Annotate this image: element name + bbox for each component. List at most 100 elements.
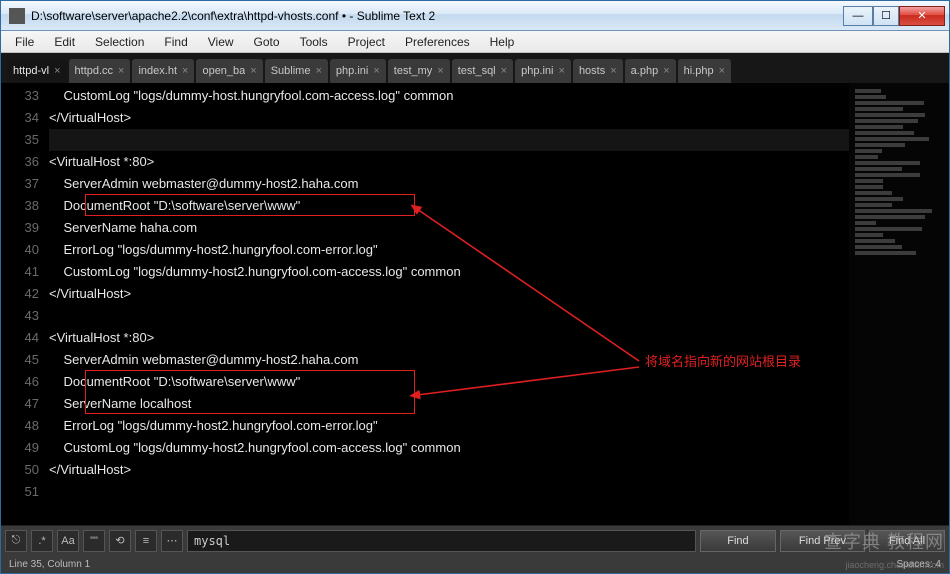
menu-project[interactable]: Project [338, 33, 395, 51]
code-line[interactable] [49, 129, 849, 151]
line-number: 38 [1, 195, 39, 217]
tab-close-icon[interactable]: × [373, 65, 379, 77]
watermark-sub: jiaocheng.chazidian.com [845, 560, 944, 570]
tab-close-icon[interactable]: × [182, 65, 188, 77]
menu-file[interactable]: File [5, 33, 44, 51]
tab-httpdvl[interactable]: httpd-vl× [7, 59, 67, 83]
find-option-0[interactable]: ⎋ [5, 530, 27, 552]
tab-close-icon[interactable]: × [118, 65, 124, 77]
code-line[interactable]: ErrorLog "logs/dummy-host2.hungryfool.co… [49, 415, 849, 437]
find-option-4[interactable]: ⟲ [109, 530, 131, 552]
line-number: 40 [1, 239, 39, 261]
line-number: 49 [1, 437, 39, 459]
tab-openba[interactable]: open_ba × [196, 59, 262, 83]
code-line[interactable]: </VirtualHost> [49, 107, 849, 129]
find-button[interactable]: Find [700, 530, 776, 552]
line-number: 33 [1, 85, 39, 107]
line-number: 39 [1, 217, 39, 239]
line-number: 44 [1, 327, 39, 349]
code-line[interactable]: <VirtualHost *:80> [49, 151, 849, 173]
line-number: 41 [1, 261, 39, 283]
code-line[interactable]: </VirtualHost> [49, 459, 849, 481]
tab-phpini[interactable]: php.ini × [515, 59, 571, 83]
line-number: 46 [1, 371, 39, 393]
tab-label: hi.php [684, 65, 714, 77]
tab-aphp[interactable]: a.php × [625, 59, 676, 83]
menu-edit[interactable]: Edit [44, 33, 85, 51]
menu-find[interactable]: Find [154, 33, 197, 51]
close-button[interactable]: ✕ [899, 6, 945, 26]
line-number: 51 [1, 481, 39, 503]
tab-label: test_my [394, 65, 433, 77]
tab-label: Sublime [271, 65, 311, 77]
tab-close-icon[interactable]: × [501, 65, 507, 77]
tab-close-icon[interactable]: × [663, 65, 669, 77]
tab-label: test_sql [458, 65, 496, 77]
maximize-button[interactable]: ☐ [873, 6, 899, 26]
window-title: D:\software\server\apache2.2\conf\extra\… [31, 9, 843, 23]
find-option-2[interactable]: Aa [57, 530, 79, 552]
tab-testsql[interactable]: test_sql × [452, 59, 513, 83]
tab-indexht[interactable]: index.ht × [132, 59, 194, 83]
code-line[interactable] [49, 481, 849, 503]
tab-close-icon[interactable]: × [54, 65, 60, 77]
tab-label: index.ht [138, 65, 177, 77]
highlight-box-1 [85, 194, 415, 216]
minimize-button[interactable]: — [843, 6, 873, 26]
menu-help[interactable]: Help [480, 33, 525, 51]
tab-close-icon[interactable]: × [437, 65, 443, 77]
find-option-6[interactable]: ⋯ [161, 530, 183, 552]
editor-area: 33343536373839404142434445464748495051 C… [1, 83, 949, 525]
tab-httpdcc[interactable]: httpd.cc × [69, 59, 131, 83]
code-line[interactable]: ServerAdmin webmaster@dummy-host2.haha.c… [49, 173, 849, 195]
line-number: 47 [1, 393, 39, 415]
line-number: 37 [1, 173, 39, 195]
tab-close-icon[interactable]: × [315, 65, 321, 77]
tab-label: php.ini [521, 65, 553, 77]
tab-hiphp[interactable]: hi.php × [678, 59, 731, 83]
line-number: 34 [1, 107, 39, 129]
highlight-box-2 [85, 370, 415, 414]
code-line[interactable]: <VirtualHost *:80> [49, 327, 849, 349]
watermark-main: 查字典 教程网 [824, 528, 944, 554]
tab-close-icon[interactable]: × [719, 65, 725, 77]
tab-label: open_ba [202, 65, 245, 77]
menu-goto[interactable]: Goto [244, 33, 290, 51]
find-option-5[interactable]: ≡ [135, 530, 157, 552]
code-line[interactable]: </VirtualHost> [49, 283, 849, 305]
tab-sublime[interactable]: Sublime × [265, 59, 328, 83]
menu-selection[interactable]: Selection [85, 33, 154, 51]
tab-close-icon[interactable]: × [610, 65, 616, 77]
code-line[interactable]: ServerName haha.com [49, 217, 849, 239]
find-input[interactable] [187, 530, 696, 552]
tab-testmy[interactable]: test_my × [388, 59, 450, 83]
status-bar: Line 35, Column 1 Spaces: 4 [1, 555, 949, 573]
tab-label: httpd.cc [75, 65, 114, 77]
menu-view[interactable]: View [198, 33, 244, 51]
tab-hosts[interactable]: hosts × [573, 59, 623, 83]
code-line[interactable]: CustomLog "logs/dummy-host.hungryfool.co… [49, 85, 849, 107]
menu-tools[interactable]: Tools [290, 33, 338, 51]
titlebar[interactable]: D:\software\server\apache2.2\conf\extra\… [1, 1, 949, 31]
find-option-1[interactable]: .* [31, 530, 53, 552]
annotation-text: 将域名指向新的网站根目录 [645, 351, 801, 373]
line-number: 50 [1, 459, 39, 481]
line-number: 42 [1, 283, 39, 305]
code-line[interactable]: CustomLog "logs/dummy-host2.hungryfool.c… [49, 261, 849, 283]
minimap[interactable] [849, 83, 949, 525]
find-option-3[interactable]: "" [83, 530, 105, 552]
line-number: 45 [1, 349, 39, 371]
menu-preferences[interactable]: Preferences [395, 33, 480, 51]
tab-close-icon[interactable]: × [559, 65, 565, 77]
tab-label: hosts [579, 65, 605, 77]
tab-phpini[interactable]: php.ini× [330, 59, 386, 83]
code-line[interactable]: ErrorLog "logs/dummy-host2.hungryfool.co… [49, 239, 849, 261]
tab-label: a.php [631, 65, 659, 77]
code-line[interactable]: CustomLog "logs/dummy-host2.hungryfool.c… [49, 437, 849, 459]
line-number: 43 [1, 305, 39, 327]
tab-close-icon[interactable]: × [250, 65, 256, 77]
status-position: Line 35, Column 1 [9, 559, 90, 570]
line-number: 48 [1, 415, 39, 437]
code-view[interactable]: CustomLog "logs/dummy-host.hungryfool.co… [49, 83, 849, 525]
code-line[interactable] [49, 305, 849, 327]
